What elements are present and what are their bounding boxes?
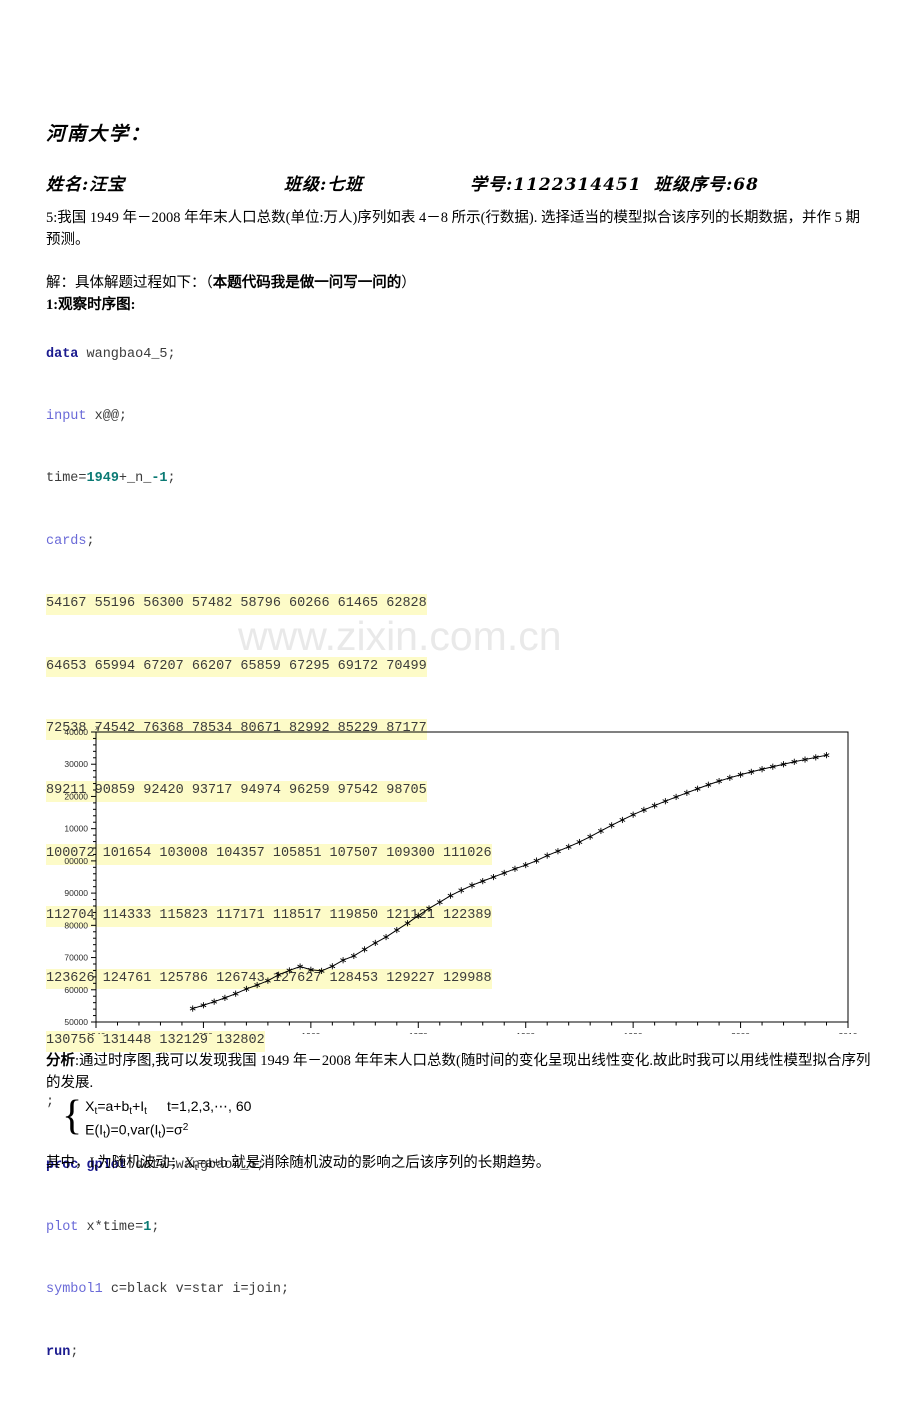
keyword-cards: cards <box>46 533 87 549</box>
keyword-data: data <box>46 346 79 362</box>
svg-text:30000: 30000 <box>64 759 88 769</box>
solution-note: 本题代码我是做一问写一问的 <box>212 275 402 291</box>
keyword-input: input <box>46 408 87 424</box>
closing-b: 为随机波动；X <box>97 1155 195 1171</box>
code-time-assign: time= <box>46 471 87 487</box>
closing-paragraph: 其中，It为随机波动；Xt=a+b 就是消除随机波动的影响之后该序列的长期趋势。 <box>46 1152 874 1179</box>
svg-text:1950: 1950 <box>194 1031 213 1034</box>
code-cards-terminator: ; <box>46 1095 55 1111</box>
code-symbol-args: c=black v=star i=join; <box>102 1282 290 1298</box>
svg-text:2010: 2010 <box>839 1031 858 1034</box>
code-input-args: x@@; <box>86 408 128 424</box>
svg-text:80000: 80000 <box>64 920 88 930</box>
code-line-time: time=1949+_n_-1; <box>46 469 492 490</box>
code-line-input: input x@@; <box>46 407 492 428</box>
formula-x: X <box>85 1098 95 1114</box>
data-row: 54167 55196 56300 57482 58796 60266 6146… <box>46 594 492 615</box>
closing-a: 其中，I <box>46 1155 95 1171</box>
svg-text:10000: 10000 <box>64 824 88 834</box>
data-row-values: 130756 131448 132129 132802 <box>46 1030 265 1052</box>
formula-range: t=1,2,3,⋯, 60 <box>166 1098 252 1114</box>
code-time-end: ; <box>167 471 176 487</box>
analysis-text: :通过时序图,我可以发现我国 1949 年－2008 年年末人口总数(随时间的变… <box>46 1053 871 1091</box>
formula-brace: { <box>62 1093 83 1139</box>
code-time-n: +_n_ <box>118 471 152 487</box>
code-offset-literal: -1 <box>151 471 168 487</box>
formula-sub-t: t <box>144 1105 147 1117</box>
formula-line-1: Xt=a+bt+It t=1,2,3,⋯, 60 <box>85 1096 251 1117</box>
code-plot-end: ; <box>151 1220 160 1236</box>
formula-sigma: )=σ <box>161 1121 183 1138</box>
svg-text:70000: 70000 <box>64 953 88 963</box>
svg-text:1940: 1940 <box>87 1031 106 1034</box>
document-page: www.zixin.com.cn 河南大学： 姓名:汪宝 班级:七班 学号:11… <box>0 0 920 1360</box>
question-text: 5:我国 1949 年－2008 年年末人口总数(单位:万人)序列如表 4－8 … <box>46 210 860 248</box>
code-line-cards: cards; <box>46 532 492 553</box>
svg-text:90000: 90000 <box>64 888 88 898</box>
data-row: 130756 131448 132129 132802 <box>46 1030 492 1052</box>
university-heading: 河南大学： <box>46 123 152 145</box>
code-run-end: ; <box>70 1344 79 1360</box>
student-class: 班级:七班 <box>284 175 364 195</box>
formula-expectation: E(I <box>85 1121 104 1138</box>
formula-rows: Xt=a+bt+It t=1,2,3,⋯, 60 E(It)=0,var(It)=… <box>85 1096 251 1141</box>
svg-text:1980: 1980 <box>516 1031 535 1034</box>
solution-prefix: 解：具体解题过程如下：（ <box>46 275 213 291</box>
formula-eq: =a+b <box>97 1098 130 1114</box>
student-seat-number: 班级序号:68 <box>654 175 759 195</box>
svg-text:00000: 00000 <box>64 856 88 866</box>
data-row-values: 64653 65994 67207 66207 65859 67295 6917… <box>46 656 427 678</box>
data-row: 64653 65994 67207 66207 65859 67295 6917… <box>46 656 492 678</box>
code-cards-end: ; <box>86 533 95 549</box>
formula-plus-i: +I <box>132 1098 145 1114</box>
closing-c: =a+b 就是消除随机波动的影响之后该序列的长期趋势。 <box>197 1155 551 1171</box>
formula-variance: )=0,var(I <box>105 1121 159 1138</box>
model-formula: { Xt=a+bt+It t=1,2,3,⋯, 60 E(It)=0,var(It… <box>62 1093 251 1141</box>
svg-text:1990: 1990 <box>624 1031 643 1034</box>
svg-text:1970: 1970 <box>409 1031 428 1034</box>
svg-text:50000: 50000 <box>64 1017 88 1027</box>
svg-text:60000: 60000 <box>64 985 88 995</box>
keyword-plot: plot <box>46 1220 79 1236</box>
solution-intro: 解：具体解题过程如下：（本题代码我是做一问写一问的） <box>46 272 874 294</box>
chart-canvas: 50000 60000 70000 80000 90000 00000 10000 20000… <box>64 725 858 1034</box>
formula-line-2: E(It)=0,var(It)=σ2 <box>85 1117 251 1141</box>
solution-suffix: ） <box>401 275 416 291</box>
svg-text:40000: 40000 <box>64 727 88 737</box>
svg-text:1960: 1960 <box>301 1031 320 1034</box>
code-line-symbol: symbol1 c=black v=star i=join; <box>46 1280 492 1301</box>
svg-text:2000: 2000 <box>731 1031 750 1034</box>
code-line-plot: plot x*time=1; <box>46 1218 492 1239</box>
student-name: 姓名:汪宝 <box>46 175 126 195</box>
student-id: 学号:1122314451 <box>470 175 642 195</box>
code-plot-expr: x*time= <box>78 1220 144 1236</box>
code-line-run: run; <box>46 1343 492 1364</box>
data-row-values: 54167 55196 56300 57482 58796 60266 6146… <box>46 594 427 615</box>
time-series-chart: 50000 60000 70000 80000 90000 00000 10000 20000… <box>40 722 880 1034</box>
keyword-run: run <box>46 1344 71 1360</box>
svg-text:20000: 20000 <box>64 791 88 801</box>
svg-text:x: x <box>95 725 99 732</box>
analysis-label: 分析 <box>46 1053 75 1069</box>
keyword-symbol1: symbol1 <box>46 1282 103 1298</box>
code-dataset-name: wangbao4_5; <box>78 346 176 362</box>
code-year-literal: 1949 <box>86 471 119 487</box>
analysis-paragraph: 分析:通过时序图,我可以发现我国 1949 年－2008 年年末人口总数(随时间… <box>46 1050 874 1094</box>
code-line-data: data wangbao4_5; <box>46 345 492 366</box>
formula-sup-2: 2 <box>182 1122 189 1133</box>
